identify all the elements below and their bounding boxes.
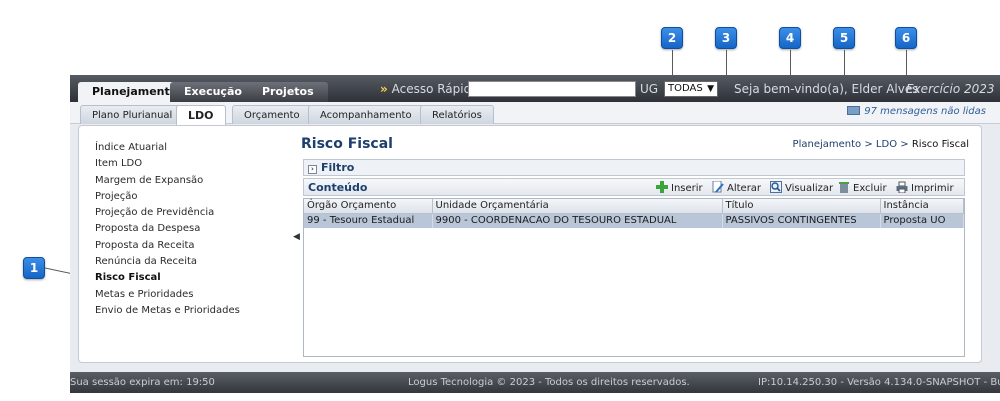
table-cell-instancia: Proposta UO <box>880 213 964 228</box>
breadcrumb-current: Risco Fiscal <box>911 139 969 150</box>
ug-select-value: TODAS <box>668 83 703 94</box>
sidebar-item-envio-metas[interactable]: Envio de Metas e Prioridades <box>95 303 240 319</box>
footer: Sua sessão expira em: 19:50 Logus Tecnol… <box>70 372 1000 393</box>
chevron-right-icon: » <box>380 82 388 96</box>
subtab-relatorios[interactable]: Relatórios <box>420 105 494 124</box>
sidebar-item-renuncia-receita[interactable]: Renúncia da Receita <box>95 254 240 270</box>
column-header-orgao[interactable]: Órgão Orçamento <box>304 199 433 214</box>
messages-text: 97 mensagens não lidas <box>864 106 986 117</box>
print-button[interactable]: Imprimir <box>896 181 954 194</box>
callout-badge-6: 6 <box>895 27 917 49</box>
expand-icon: › <box>308 165 317 174</box>
callout-badge-1: 1 <box>23 257 45 279</box>
delete-button[interactable]: Excluir <box>838 181 887 194</box>
quick-access-input[interactable] <box>468 81 636 97</box>
sidebar-item-margem-expansao[interactable]: Margem de Expansão <box>95 173 240 189</box>
print-label: Imprimir <box>911 183 954 194</box>
chevron-down-icon: ▼ <box>707 84 714 94</box>
column-header-titulo[interactable]: Título <box>722 199 881 214</box>
sidebar-item-proposta-despesa[interactable]: Proposta da Despesa <box>95 221 240 237</box>
table-cell-orgao: 99 - Tesouro Estadual <box>304 213 433 228</box>
data-table: Órgão Orçamento Unidade Orçamentária Tít… <box>303 198 965 357</box>
view-label: Visualizar <box>785 183 834 194</box>
subtab-orcamento[interactable]: Orçamento <box>232 105 312 124</box>
quick-access-label: Acesso Rápido <box>391 82 479 96</box>
breadcrumb-separator: > <box>864 139 873 150</box>
app-window: Planejamento Execução Projetos » Acesso … <box>70 75 1000 393</box>
messages-link[interactable]: 97 mensagens não lidas <box>847 106 986 117</box>
insert-button[interactable]: Inserir <box>656 181 703 194</box>
callout-badge-5: 5 <box>833 27 855 49</box>
callout-badge-4: 4 <box>779 27 801 49</box>
content-panel: Índice Atuarial Item LDO Margem de Expan… <box>78 125 982 363</box>
printer-icon <box>896 181 908 193</box>
edit-button[interactable]: Alterar <box>712 181 761 194</box>
page-title: Risco Fiscal <box>301 136 393 152</box>
sidebar-item-item-ldo[interactable]: Item LDO <box>95 156 240 172</box>
callout-badge-3: 3 <box>715 27 737 49</box>
sidebar-item-proposta-receita[interactable]: Proposta da Receita <box>95 238 240 254</box>
table-row[interactable]: 99 - Tesouro Estadual 9900 - COORDENACAO… <box>304 213 964 228</box>
edit-label: Alterar <box>727 183 762 194</box>
sidebar-item-risco-fiscal[interactable]: Risco Fiscal <box>95 270 240 286</box>
collapse-sidebar-icon[interactable]: ◀ <box>293 232 300 242</box>
version-info: IP:10.14.250.30 - Versão 4.134.0-SNAPSHO… <box>758 377 1000 388</box>
insert-label: Inserir <box>671 183 703 194</box>
column-header-unidade[interactable]: Unidade Orçamentária <box>432 199 723 214</box>
filter-panel-toggle[interactable]: › Filtro <box>303 159 965 176</box>
edit-document-icon <box>712 181 724 193</box>
callout-badge-2: 2 <box>661 27 683 49</box>
sidebar-item-indice-atuarial[interactable]: Índice Atuarial <box>95 140 240 156</box>
view-button[interactable]: Visualizar <box>770 181 833 194</box>
breadcrumb-separator: > <box>900 139 909 150</box>
envelope-icon <box>847 106 861 115</box>
breadcrumb: Planejamento > LDO > Risco Fiscal <box>793 139 969 150</box>
subtab-acompanhamento[interactable]: Acompanhamento <box>308 105 424 124</box>
delete-label: Excluir <box>853 183 887 194</box>
session-timer: Sua sessão expira em: 19:50 <box>70 377 215 388</box>
content-toolbar: Conteúdo Inserir Alterar Visualizar Excl… <box>303 178 965 196</box>
plus-icon <box>656 181 668 193</box>
breadcrumb-ldo[interactable]: LDO <box>876 139 897 150</box>
magnifier-icon <box>770 181 782 193</box>
ug-label: UG <box>640 82 659 96</box>
copyright-text: Logus Tecnologia © 2023 - Todos os direi… <box>408 377 690 388</box>
table-cell-titulo: PASSIVOS CONTINGENTES <box>722 213 881 228</box>
ug-select[interactable]: TODAS ▼ <box>664 81 718 97</box>
sidebar-item-projecao-previdencia[interactable]: Projeção de Previdência <box>95 205 240 221</box>
filter-label: Filtro <box>321 161 355 174</box>
tab-projetos[interactable]: Projetos <box>248 82 328 102</box>
subtab-plano-plurianual[interactable]: Plano Plurianual <box>80 105 185 124</box>
content-label: Conteúdo <box>308 181 368 194</box>
breadcrumb-planejamento[interactable]: Planejamento <box>793 139 862 150</box>
sidebar-item-projecao[interactable]: Projeção <box>95 189 240 205</box>
table-cell-unidade: 9900 - COORDENACAO DO TESOURO ESTADUAL <box>432 213 723 228</box>
trash-icon <box>839 182 849 193</box>
top-bar: Planejamento Execução Projetos » Acesso … <box>70 75 1000 102</box>
sidebar-item-metas-prioridades[interactable]: Metas e Prioridades <box>95 287 240 303</box>
quick-access[interactable]: » Acesso Rápido <box>380 82 479 96</box>
column-header-instancia[interactable]: Instância <box>880 199 964 214</box>
tab-execucao[interactable]: Execução <box>170 82 256 102</box>
subtab-ldo[interactable]: LDO <box>176 105 226 125</box>
welcome-text: Seja bem-vindo(a), Elder Alves <box>734 82 919 96</box>
exercise-year[interactable]: Exercício 2023 <box>906 82 995 96</box>
sidebar-menu: Índice Atuarial Item LDO Margem de Expan… <box>95 140 240 319</box>
